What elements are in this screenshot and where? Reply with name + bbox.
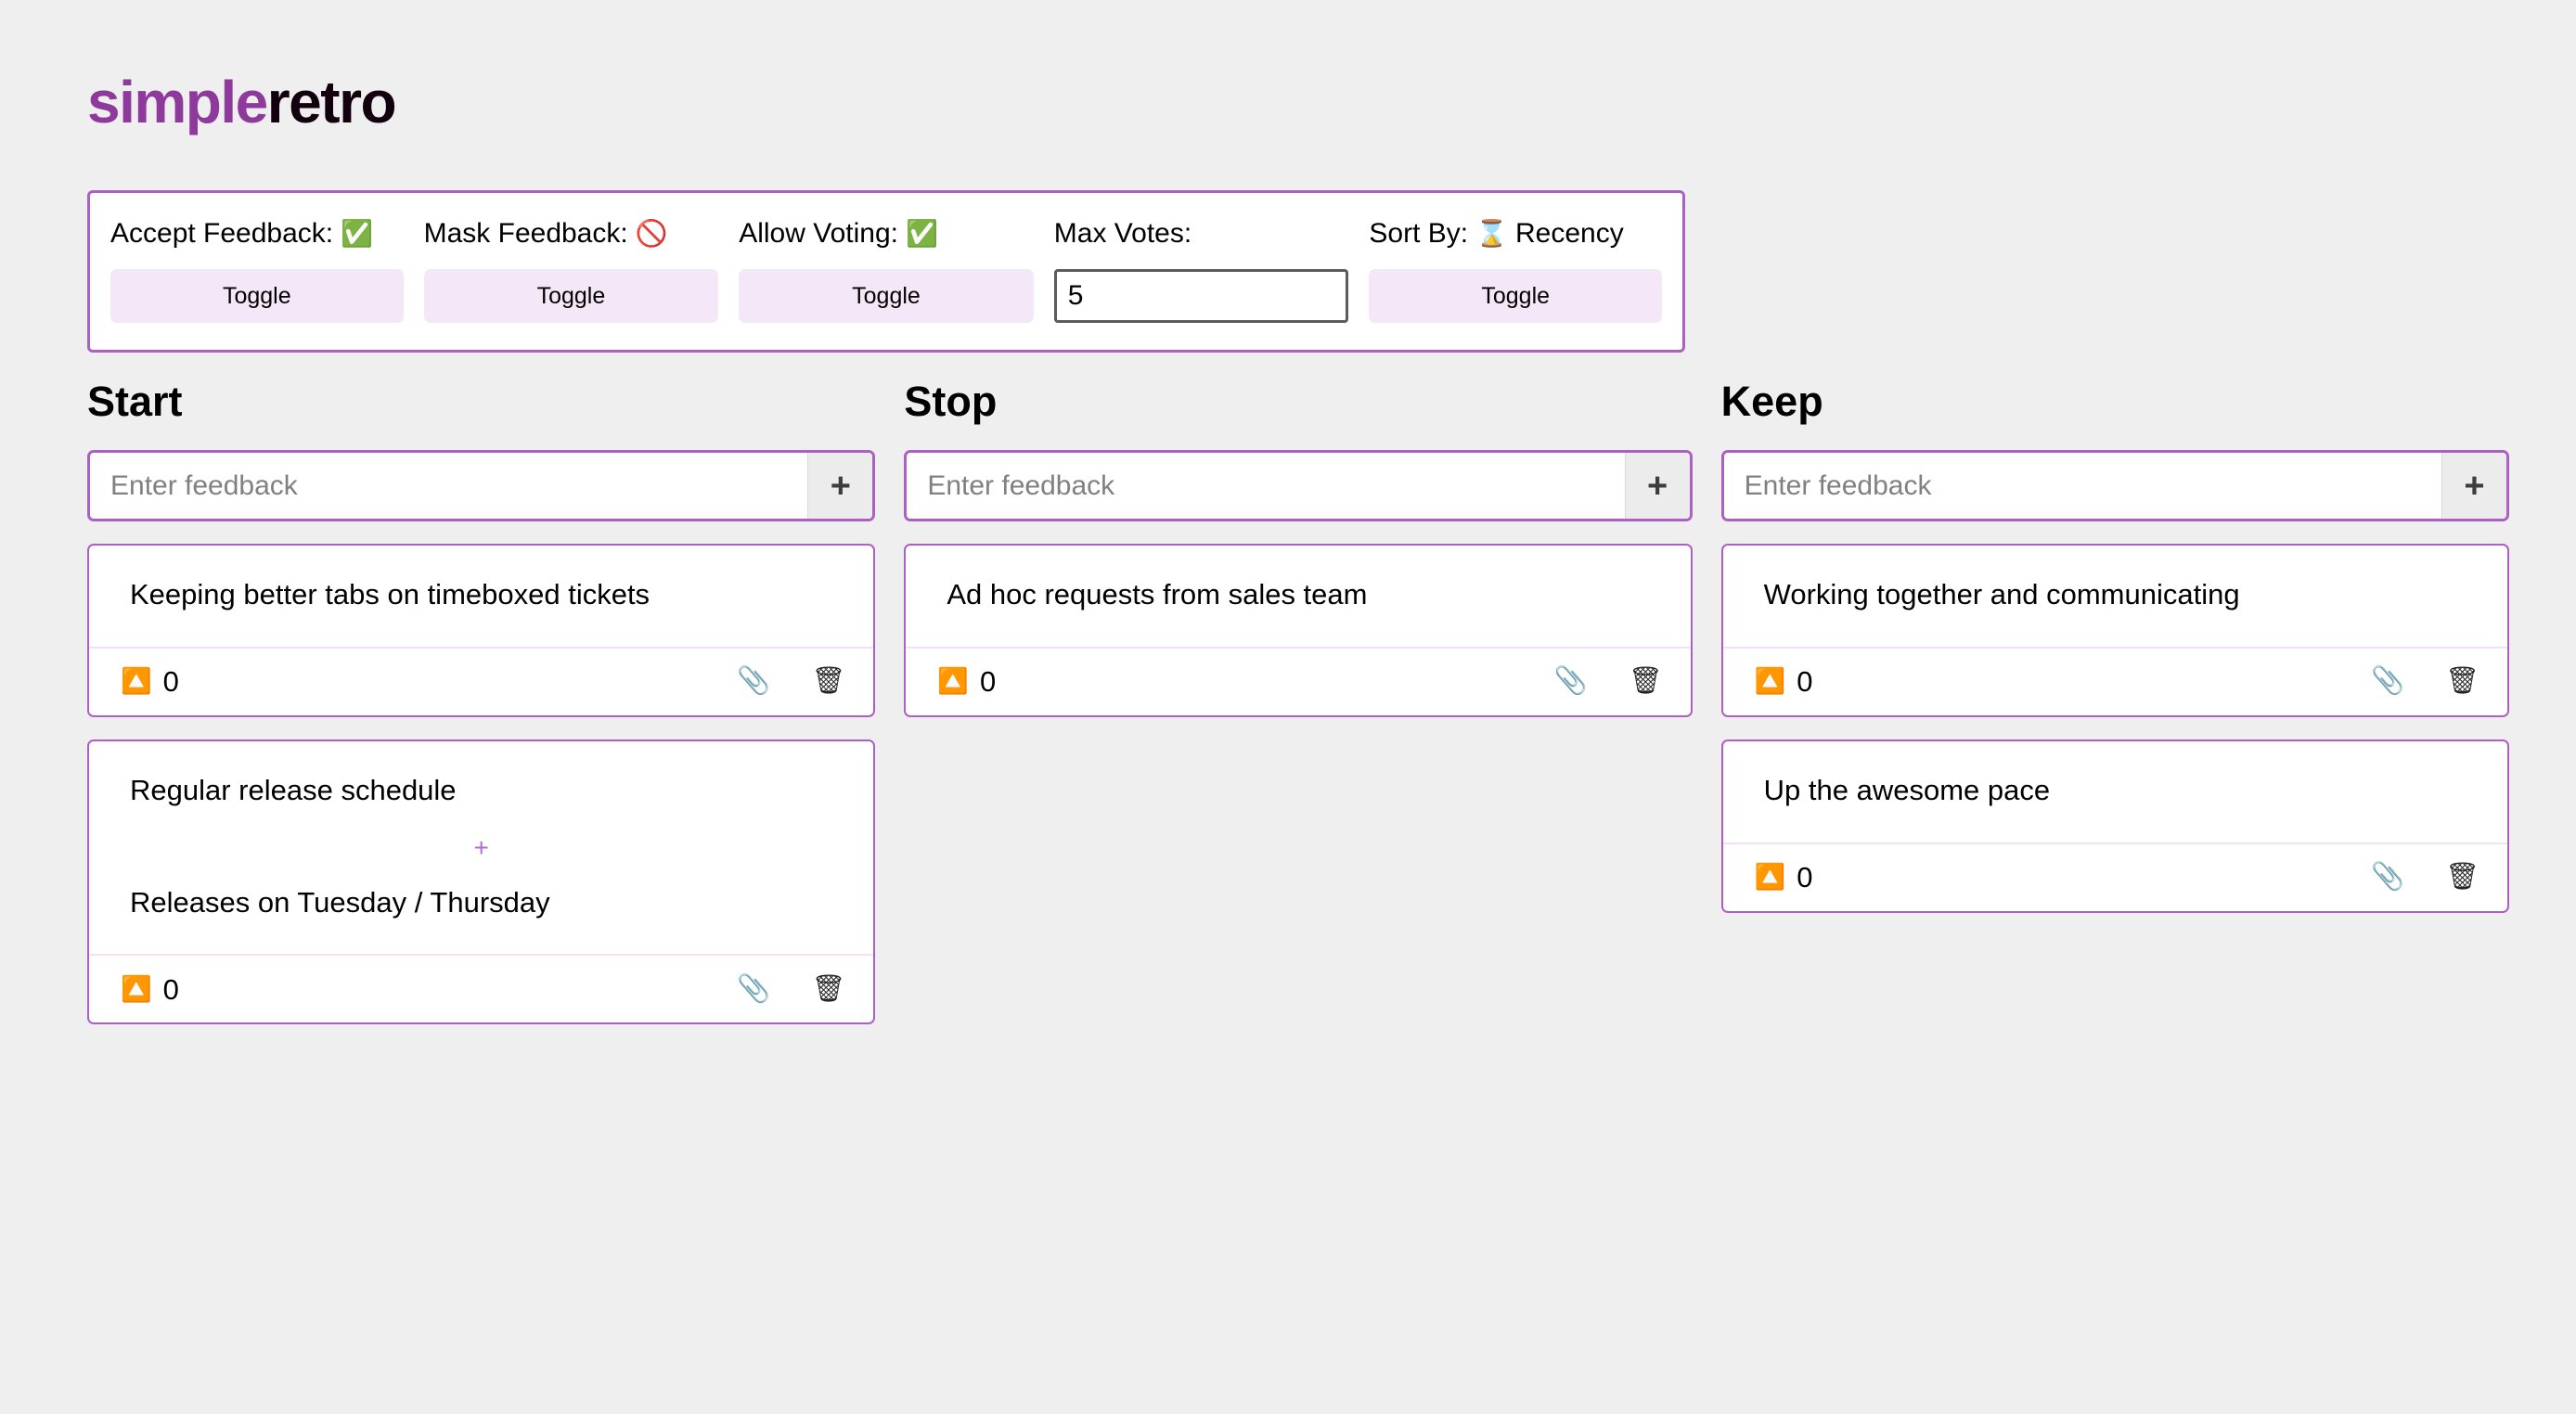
add-feedback-button-start[interactable]: +: [807, 453, 873, 519]
feedback-card-text: Releases on Tuesday / Thursday: [130, 885, 550, 919]
vote-count: 0: [162, 665, 179, 699]
paperclip-icon[interactable]: 📎: [2371, 668, 2404, 695]
paperclip-icon[interactable]: 📎: [737, 668, 770, 695]
app-root: simpleretro Accept Feedback: ✅ Toggle Ma…: [0, 0, 2576, 1414]
feedback-input-stop[interactable]: [907, 453, 1625, 519]
setting-accept-feedback: Accept Feedback: ✅ Toggle: [110, 217, 404, 323]
vote-count: 0: [979, 665, 997, 699]
feedback-card-text: Keeping better tabs on timeboxed tickets: [130, 578, 650, 611]
feedback-card-footer: 🔼 0 📎 🗑: [89, 954, 874, 1022]
feedback-card-footer: 🔼 0 📎 🗑: [906, 646, 1691, 715]
feedback-input-keep[interactable]: [1723, 453, 2441, 519]
vote-count: 0: [162, 972, 179, 1006]
wastebasket-icon[interactable]: 🗑: [1629, 668, 1663, 695]
feedback-card[interactable]: Keeping better tabs on timeboxed tickets…: [87, 544, 876, 717]
upvote-icon: 🔼: [121, 667, 152, 696]
column-stop: Stop + Ad hoc requests from sales team 🔼…: [904, 378, 1693, 739]
vote-button[interactable]: 🔼 0: [121, 975, 179, 1004]
column-title-keep: Keep: [1720, 378, 1823, 425]
allow-voting-label-text: Allow Voting:: [739, 218, 898, 249]
setting-max-votes: Max Votes:: [1053, 217, 1349, 323]
max-votes-input[interactable]: [1053, 269, 1349, 323]
vote-count: 0: [1797, 861, 1813, 893]
feedback-card-text: Regular release schedule: [130, 773, 457, 806]
feedback-card-body: Regular release schedule + Releases on T…: [89, 741, 873, 955]
hourglass-icon: ⌛: [1475, 219, 1508, 248]
check-mark-button-icon: ✅: [341, 219, 374, 248]
feedback-entry-start: +: [87, 450, 876, 521]
feedback-entry-keep: +: [1720, 450, 2509, 521]
setting-sort-by: Sort By: ⌛ Recency Toggle: [1369, 217, 1662, 323]
feedback-card-body: Up the awesome pace: [1723, 741, 2507, 842]
vote-button[interactable]: 🔼 0: [1755, 863, 1813, 892]
column-title-stop: Stop: [904, 378, 998, 425]
setting-mask-feedback: Mask Feedback: 🚫 Toggle: [423, 217, 719, 323]
sort-by-value: Recency: [1514, 218, 1624, 249]
feedback-card-footer: 🔼 0 📎 🗑: [1722, 646, 2507, 715]
upvote-icon: 🔼: [937, 667, 969, 696]
feedback-card-text: Working together and communicating: [1763, 578, 2240, 611]
upvote-icon: 🔼: [121, 974, 152, 1003]
feedback-card-footer: 🔼 0 📎 🗑: [89, 646, 874, 715]
mask-feedback-label: Mask Feedback: 🚫: [424, 217, 719, 251]
max-votes-label-text: Max Votes:: [1053, 218, 1192, 249]
vote-button[interactable]: 🔼 0: [121, 667, 179, 696]
accept-feedback-label-text: Accept Feedback:: [110, 218, 334, 249]
column-title-start: Start: [87, 378, 183, 425]
logo-text-simple: simple: [87, 69, 268, 135]
feedback-card[interactable]: Working together and communicating 🔼 0 📎…: [1720, 544, 2509, 717]
paperclip-icon[interactable]: 📎: [2371, 864, 2404, 891]
paperclip-icon[interactable]: 📎: [1554, 668, 1588, 695]
wastebasket-icon[interactable]: 🗑: [812, 975, 846, 1003]
wastebasket-icon[interactable]: 🗑: [812, 668, 846, 695]
app-logo: simpleretro: [87, 69, 397, 135]
allow-voting-toggle-button[interactable]: Toggle: [739, 269, 1034, 323]
sort-by-toggle-button[interactable]: Toggle: [1369, 269, 1662, 323]
check-mark-button-icon: ✅: [905, 219, 938, 248]
settings-panel: Accept Feedback: ✅ Toggle Mask Feedback:…: [87, 190, 1685, 353]
sort-by-label-text: Sort By:: [1369, 218, 1469, 249]
feedback-card-text: Ad hoc requests from sales team: [947, 578, 1368, 611]
upvote-icon: 🔼: [1754, 667, 1786, 696]
feedback-card[interactable]: Regular release schedule + Releases on T…: [87, 739, 876, 1025]
vote-count: 0: [1797, 665, 1813, 699]
column-keep: Keep + Working together and communicatin…: [1720, 378, 2509, 935]
upvote-icon: 🔼: [1754, 863, 1786, 891]
feedback-card-body: Keeping better tabs on timeboxed tickets: [89, 546, 873, 647]
feedback-card[interactable]: Up the awesome pace 🔼 0 📎 🗑: [1720, 739, 2509, 913]
column-start: Start + Keeping better tabs on timeboxed…: [87, 378, 876, 1047]
setting-allow-voting: Allow Voting: ✅ Toggle: [739, 217, 1034, 323]
merged-items-separator: +: [473, 832, 489, 862]
prohibited-sign-icon: 🚫: [635, 219, 668, 248]
paperclip-icon[interactable]: 📎: [737, 975, 770, 1003]
mask-feedback-label-text: Mask Feedback:: [423, 218, 628, 249]
allow-voting-label: Allow Voting: ✅: [739, 217, 1034, 251]
wastebasket-icon[interactable]: 🗑: [2445, 668, 2479, 695]
accept-feedback-toggle-button[interactable]: Toggle: [110, 269, 404, 323]
add-feedback-button-keep[interactable]: +: [2441, 453, 2506, 519]
vote-button[interactable]: 🔼 0: [1755, 667, 1813, 696]
retro-board: Start + Keeping better tabs on timeboxed…: [87, 380, 2509, 1047]
mask-feedback-toggle-button[interactable]: Toggle: [423, 269, 719, 323]
feedback-input-start[interactable]: [90, 453, 808, 519]
accept-feedback-label: Accept Feedback: ✅: [110, 217, 404, 251]
feedback-card-footer: 🔼 0 📎 🗑: [1722, 842, 2507, 911]
feedback-card-text: Up the awesome pace: [1763, 773, 2051, 806]
add-feedback-button-stop[interactable]: +: [1624, 453, 1690, 519]
feedback-card[interactable]: Ad hoc requests from sales team 🔼 0 📎 🗑: [904, 544, 1693, 717]
logo-text-retro: retro: [266, 69, 397, 135]
feedback-entry-stop: +: [904, 450, 1693, 521]
feedback-card-body: Working together and communicating: [1723, 546, 2507, 647]
wastebasket-icon[interactable]: 🗑: [2445, 864, 2479, 891]
feedback-card-body: Ad hoc requests from sales team: [906, 546, 1690, 647]
vote-button[interactable]: 🔼 0: [937, 667, 996, 696]
max-votes-label: Max Votes:: [1054, 217, 1349, 251]
sort-by-label: Sort By: ⌛ Recency: [1369, 217, 1662, 251]
